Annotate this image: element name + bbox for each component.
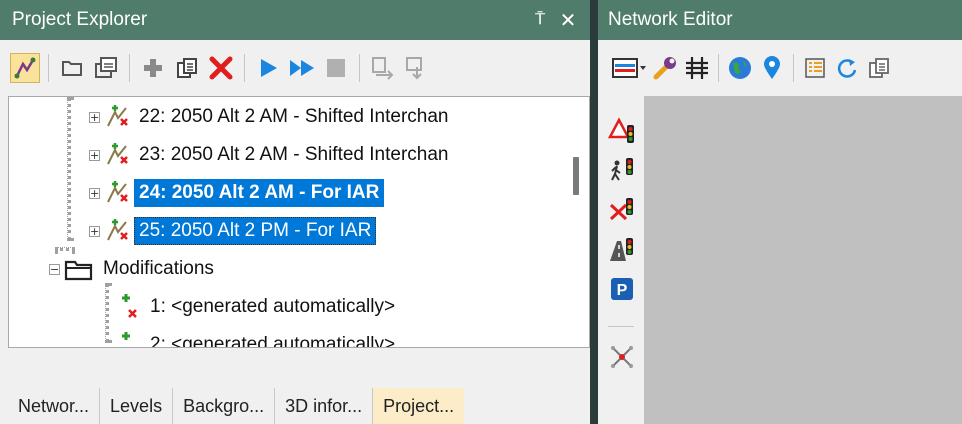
tools-icon[interactable]	[650, 53, 680, 83]
globe-icon[interactable]	[725, 53, 755, 83]
project-explorer-titlebar: Project Explorer ⍑ ✕	[0, 0, 590, 40]
road-signal-icon[interactable]	[608, 234, 636, 264]
copy-folder-icon[interactable]	[91, 53, 121, 83]
collapse-icon[interactable]: −	[49, 263, 60, 275]
toolbar-separator	[244, 54, 245, 82]
parking-icon[interactable]: P	[608, 274, 636, 304]
side-toolbar-separator	[608, 326, 634, 327]
expand-icon[interactable]: +	[89, 225, 100, 237]
tab-3d-information[interactable]: 3D infor...	[275, 388, 374, 424]
scenario-label[interactable]: 23: 2050 Alt 2 AM - Shifted Interchan	[134, 141, 453, 169]
tab-background[interactable]: Backgro...	[173, 388, 276, 424]
tree-line	[105, 283, 109, 343]
stop-icon[interactable]	[321, 53, 351, 83]
tree-row-scenario[interactable]: + 24: 2050 Alt 2 AM - For IAR	[89, 174, 385, 212]
toolbar-separator	[718, 54, 719, 82]
delete-icon[interactable]	[206, 53, 236, 83]
folder-icon	[64, 256, 94, 282]
tab-levels[interactable]: Levels	[100, 388, 174, 424]
expand-icon[interactable]: +	[89, 149, 100, 161]
network-editor-title: Network Editor	[608, 9, 733, 30]
project-explorer-toolbar	[0, 40, 590, 96]
modification-label[interactable]: 2: <generated automatically>	[145, 331, 400, 347]
run-icon[interactable]	[253, 53, 283, 83]
network-editor-canvas[interactable]	[644, 96, 962, 424]
network-nodes-icon[interactable]	[608, 342, 636, 372]
run-all-icon[interactable]	[287, 53, 317, 83]
merge-icon[interactable]	[402, 53, 432, 83]
network-editor-pane: Network Editor P	[598, 0, 962, 424]
crossing-signal-icon[interactable]	[608, 194, 636, 224]
copy-icon[interactable]	[864, 53, 894, 83]
rotate-icon[interactable]	[832, 53, 862, 83]
list-icon[interactable]	[800, 53, 830, 83]
tree-row-modifications[interactable]: − Modifications	[49, 250, 219, 288]
vertical-scrollbar-thumb[interactable]	[573, 157, 579, 195]
tree-row-scenario[interactable]: + 23: 2050 Alt 2 AM - Shifted Interchan	[89, 136, 453, 174]
scenario-icon	[104, 218, 130, 244]
pane-splitter[interactable]	[590, 0, 598, 424]
add-icon[interactable]	[138, 53, 168, 83]
expand-icon[interactable]: +	[89, 111, 100, 123]
duplicate-icon[interactable]	[172, 53, 202, 83]
scenario-label[interactable]: 22: 2050 Alt 2 AM - Shifted Interchan	[134, 103, 453, 131]
network-tree-icon[interactable]	[10, 53, 40, 83]
scenario-icon	[104, 142, 130, 168]
tree-row-scenario[interactable]: + 25: 2050 Alt 2 PM - For IAR	[89, 212, 377, 250]
tree-line	[67, 97, 71, 241]
close-icon[interactable]: ✕	[554, 6, 582, 34]
project-explorer-tabs: Networ... Levels Backgro... 3D infor... …	[8, 388, 465, 424]
svg-text:P: P	[617, 282, 628, 299]
modification-label[interactable]: 1: <generated automatically>	[145, 293, 400, 321]
pin-icon[interactable]: ⍑	[526, 6, 554, 34]
modifications-label[interactable]: Modifications	[98, 255, 219, 283]
scenario-label[interactable]: 25: 2050 Alt 2 PM - For IAR	[134, 217, 377, 245]
grid-icon[interactable]	[682, 53, 712, 83]
project-explorer-pane: Project Explorer ⍑ ✕ + 22: 2050 Alt 2 AM…	[0, 0, 590, 424]
tab-project[interactable]: Project...	[373, 388, 465, 424]
tree-row-modification[interactable]: 2: <generated automatically>	[117, 326, 400, 347]
expand-icon[interactable]: +	[89, 187, 100, 199]
pedestrian-signal-icon[interactable]	[608, 154, 636, 184]
scenario-icon	[104, 180, 130, 206]
compare-icon[interactable]	[368, 53, 398, 83]
location-pin-icon[interactable]	[757, 53, 787, 83]
network-editor-toolbar	[598, 40, 962, 96]
modification-icon	[117, 294, 141, 320]
tree-row-modification[interactable]: 1: <generated automatically>	[117, 288, 400, 326]
modification-icon	[117, 332, 141, 347]
network-editor-titlebar: Network Editor	[598, 0, 962, 40]
toolbar-separator	[48, 54, 49, 82]
project-explorer-title: Project Explorer	[12, 9, 148, 30]
toolbar-separator	[129, 54, 130, 82]
project-tree[interactable]: + 22: 2050 Alt 2 AM - Shifted Interchan …	[8, 96, 590, 348]
warning-signal-icon[interactable]	[608, 116, 636, 146]
tab-network[interactable]: Networ...	[8, 388, 101, 424]
scenario-label[interactable]: 24: 2050 Alt 2 AM - For IAR	[134, 179, 385, 207]
open-folder-icon[interactable]	[57, 53, 87, 83]
toolbar-separator	[359, 54, 360, 82]
toolbar-separator	[793, 54, 794, 82]
display-options-icon[interactable]	[610, 53, 648, 83]
scenario-icon	[104, 104, 130, 130]
tree-row-scenario[interactable]: + 22: 2050 Alt 2 AM - Shifted Interchan	[89, 98, 453, 136]
network-editor-side-toolbar: P	[598, 96, 644, 424]
tree-scroll-area	[9, 347, 590, 348]
